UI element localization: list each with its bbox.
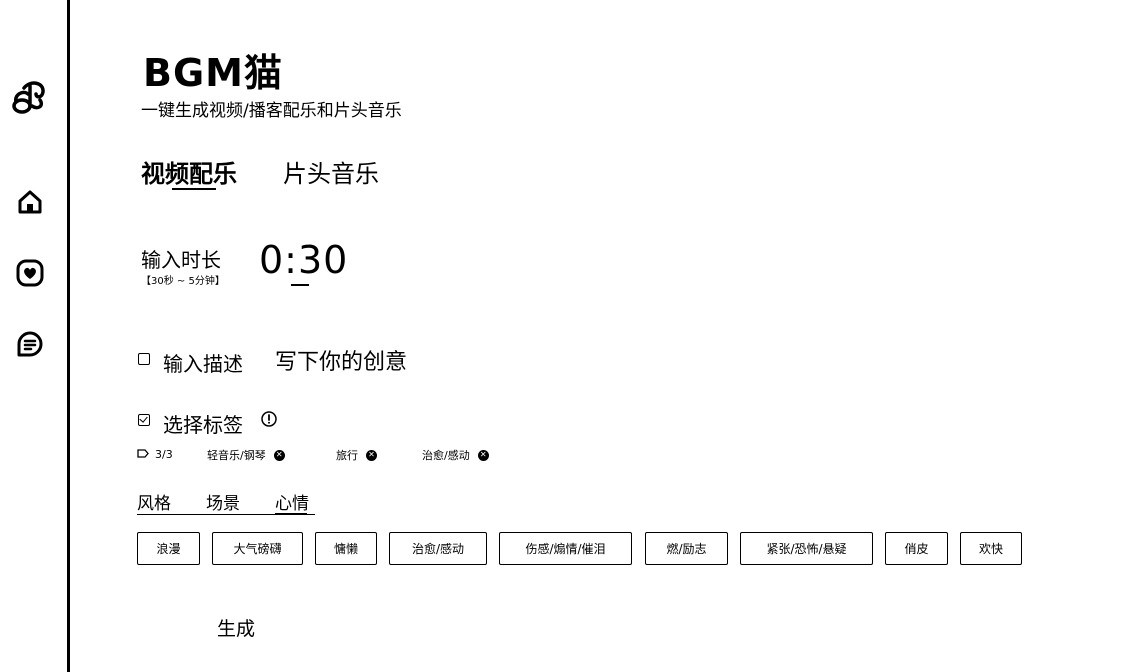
category-tab-style[interactable]: 风格 — [137, 489, 171, 514]
tag-count: 3/3 — [137, 448, 173, 461]
selected-tag-chip: 旅行 ✕ — [336, 447, 377, 463]
mood-tag-button[interactable]: 治愈/感动 — [389, 532, 487, 565]
app-title: BGM猫 — [143, 51, 283, 95]
generate-button[interactable]: 生成 — [217, 614, 255, 641]
selected-tag-chip: 轻音乐/钢琴 ✕ — [207, 447, 285, 463]
remove-tag-icon[interactable]: ✕ — [366, 449, 377, 461]
category-tab-mood[interactable]: 心情 — [275, 489, 309, 514]
sidebar — [0, 0, 70, 672]
mood-tag-button[interactable]: 伤感/煽情/催泪 — [499, 532, 632, 565]
chat-icon[interactable] — [15, 329, 45, 359]
selected-tag-label: 轻音乐/钢琴 — [207, 449, 266, 462]
remove-tag-icon[interactable]: ✕ — [273, 449, 285, 461]
tab-intro-music[interactable]: 片头音乐 — [283, 154, 379, 189]
mood-tag-button[interactable]: 慵懒 — [315, 532, 377, 565]
home-icon[interactable] — [15, 187, 45, 217]
music-note-logo[interactable] — [10, 76, 50, 116]
tags-checkbox[interactable] — [138, 414, 150, 426]
selected-tag-chip: 治愈/感动 ✕ — [422, 447, 489, 463]
tag-count-value: 3/3 — [155, 448, 173, 461]
tag-icon — [137, 448, 149, 461]
mood-tag-button[interactable]: 紧张/恐怖/悬疑 — [740, 532, 873, 565]
duration-input[interactable]: 0:30 — [259, 238, 348, 282]
category-active-indicator — [275, 513, 307, 515]
mood-tag-button[interactable]: 欢快 — [960, 532, 1022, 565]
tab-active-indicator — [172, 188, 216, 190]
duration-hint: 【30秒 ~ 5分钟】 — [141, 276, 225, 287]
description-input[interactable] — [275, 346, 475, 378]
mood-tag-button[interactable]: 大气磅礴 — [212, 532, 303, 565]
description-label: 输入描述 — [163, 352, 243, 376]
main-panel: BGM猫 一键生成视频/播客配乐和片头音乐 视频配乐 片头音乐 输入时长 【30… — [137, 0, 1132, 672]
selected-tag-label: 旅行 — [336, 449, 358, 462]
app-subtitle: 一键生成视频/播客配乐和片头音乐 — [141, 101, 402, 121]
selected-tag-label: 治愈/感动 — [422, 449, 470, 462]
mood-tag-button[interactable]: 俏皮 — [885, 532, 948, 565]
duration-cursor — [291, 284, 309, 286]
remove-tag-icon[interactable]: ✕ — [477, 449, 489, 461]
description-checkbox[interactable] — [138, 353, 150, 365]
mood-tag-button[interactable]: 燃/励志 — [645, 532, 728, 565]
category-tab-scene[interactable]: 场景 — [206, 489, 240, 514]
info-icon[interactable] — [261, 411, 277, 427]
tab-video-bgm[interactable]: 视频配乐 — [141, 154, 237, 189]
duration-label: 输入时长 — [141, 248, 221, 272]
tags-label: 选择标签 — [163, 413, 243, 437]
heart-icon[interactable] — [15, 258, 45, 288]
mood-tag-button[interactable]: 浪漫 — [137, 532, 200, 565]
